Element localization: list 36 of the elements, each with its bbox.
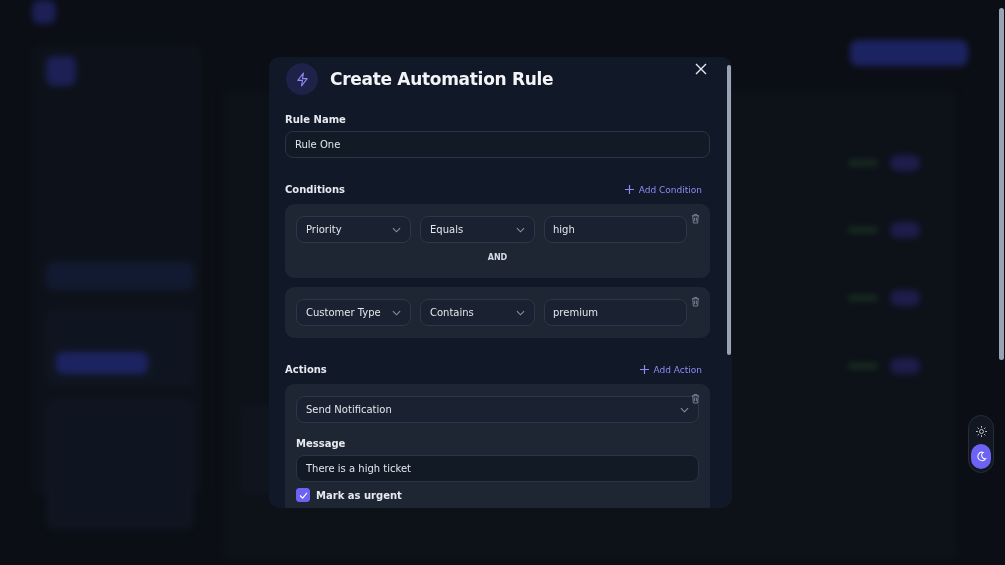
operator-select[interactable]: Contains: [420, 299, 535, 326]
add-action-button[interactable]: Add Action: [639, 364, 702, 375]
chevron-down-icon: [516, 309, 525, 316]
operator-select[interactable]: Equals: [420, 216, 535, 243]
close-icon[interactable]: [695, 63, 707, 75]
checkbox-label: Mark as urgent: [316, 489, 402, 501]
trash-icon[interactable]: [691, 393, 700, 404]
plus-icon: [624, 185, 634, 194]
dialog-scrollbar[interactable]: [727, 65, 731, 355]
field-select[interactable]: Priority: [296, 216, 411, 243]
chevron-down-icon: [392, 226, 401, 233]
sun-icon: [975, 426, 987, 437]
chevron-down-icon: [392, 309, 401, 316]
lightning-icon: [286, 63, 318, 95]
plus-icon: [639, 365, 649, 374]
action-select[interactable]: Send Notification: [296, 396, 699, 423]
connector-label: AND: [486, 253, 509, 262]
dialog-title: Create Automation Rule: [330, 69, 554, 89]
trash-icon[interactable]: [691, 213, 700, 224]
chevron-down-icon: [680, 406, 689, 413]
field-label: Rule Name: [285, 114, 347, 125]
section-title: Actions: [285, 364, 327, 375]
value-input[interactable]: premium: [544, 299, 687, 326]
theme-option[interactable]: [971, 444, 991, 469]
add-condition-button[interactable]: Add Condition: [624, 184, 702, 195]
page-scrollbar[interactable]: [999, 8, 1004, 360]
checkbox[interactable]: [296, 488, 310, 502]
value-input[interactable]: high: [544, 216, 687, 243]
field-select[interactable]: Customer Type: [296, 299, 411, 326]
section-title: Conditions: [285, 184, 346, 195]
trash-icon[interactable]: [691, 296, 700, 307]
moon-icon: [975, 451, 987, 462]
message-input[interactable]: There is a high ticket: [296, 455, 699, 482]
chevron-down-icon: [516, 226, 525, 233]
rule-name-input[interactable]: Rule One: [285, 131, 710, 158]
field-label: Message: [296, 438, 347, 449]
